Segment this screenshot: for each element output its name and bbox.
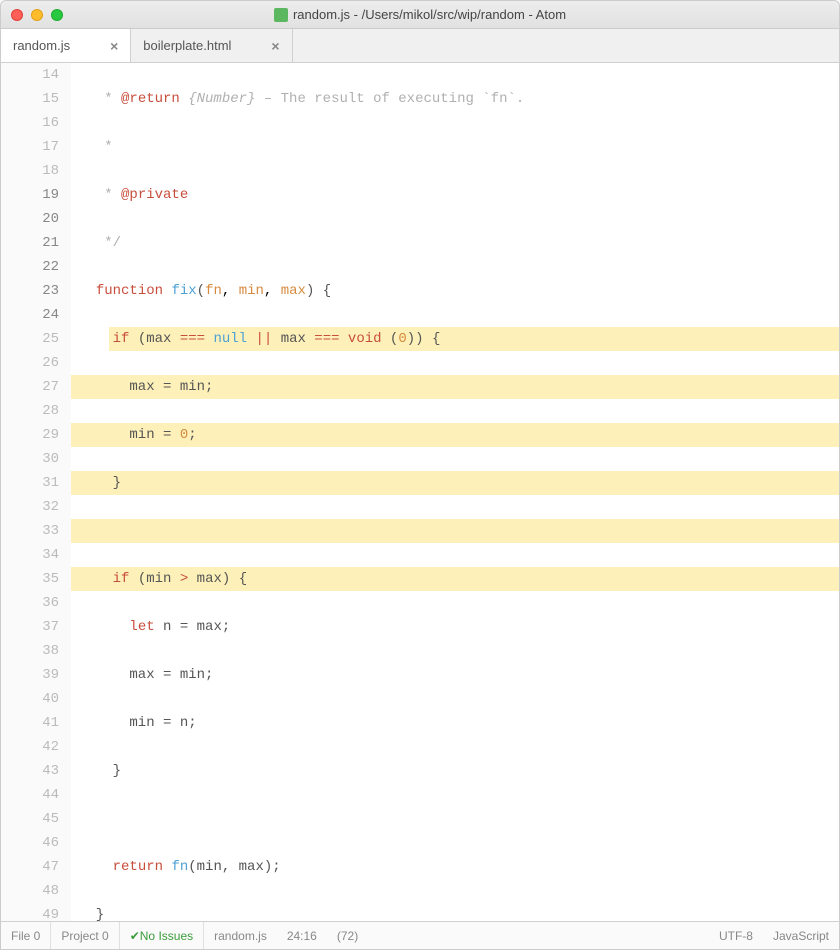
tab-random-js[interactable]: random.js × (1, 29, 131, 62)
status-filename[interactable]: random.js (204, 922, 277, 949)
atom-icon (274, 8, 288, 22)
status-bar: File 0 Project 0 ✔ No Issues random.js 2… (1, 921, 839, 949)
status-project[interactable]: Project 0 (51, 922, 119, 949)
title-text: random.js - /Users/mikol/src/wip/random … (293, 7, 566, 22)
status-selection: (72) (327, 922, 368, 949)
tab-label: random.js (13, 38, 70, 53)
close-icon[interactable]: × (271, 38, 279, 54)
status-file[interactable]: File 0 (1, 922, 51, 949)
close-icon[interactable]: × (110, 38, 118, 54)
titlebar[interactable]: random.js - /Users/mikol/src/wip/random … (1, 1, 839, 29)
status-cursor[interactable]: 24:16 (277, 922, 327, 949)
gutter[interactable]: 1415161718192021222324252627282930313233… (1, 63, 71, 921)
check-icon: ✔ (130, 929, 140, 943)
tab-label: boilerplate.html (143, 38, 231, 53)
window-title: random.js - /Users/mikol/src/wip/random … (1, 7, 839, 22)
code-area[interactable]: * @return {Number} – The result of execu… (71, 63, 839, 921)
status-encoding[interactable]: UTF-8 (709, 929, 763, 943)
editor[interactable]: 1415161718192021222324252627282930313233… (1, 63, 839, 921)
app-window: random.js - /Users/mikol/src/wip/random … (0, 0, 840, 950)
tab-bar: random.js × boilerplate.html × (1, 29, 839, 63)
tab-boilerplate-html[interactable]: boilerplate.html × (131, 29, 292, 62)
status-lang[interactable]: JavaScript (763, 929, 839, 943)
status-issues[interactable]: ✔ No Issues (120, 922, 204, 949)
